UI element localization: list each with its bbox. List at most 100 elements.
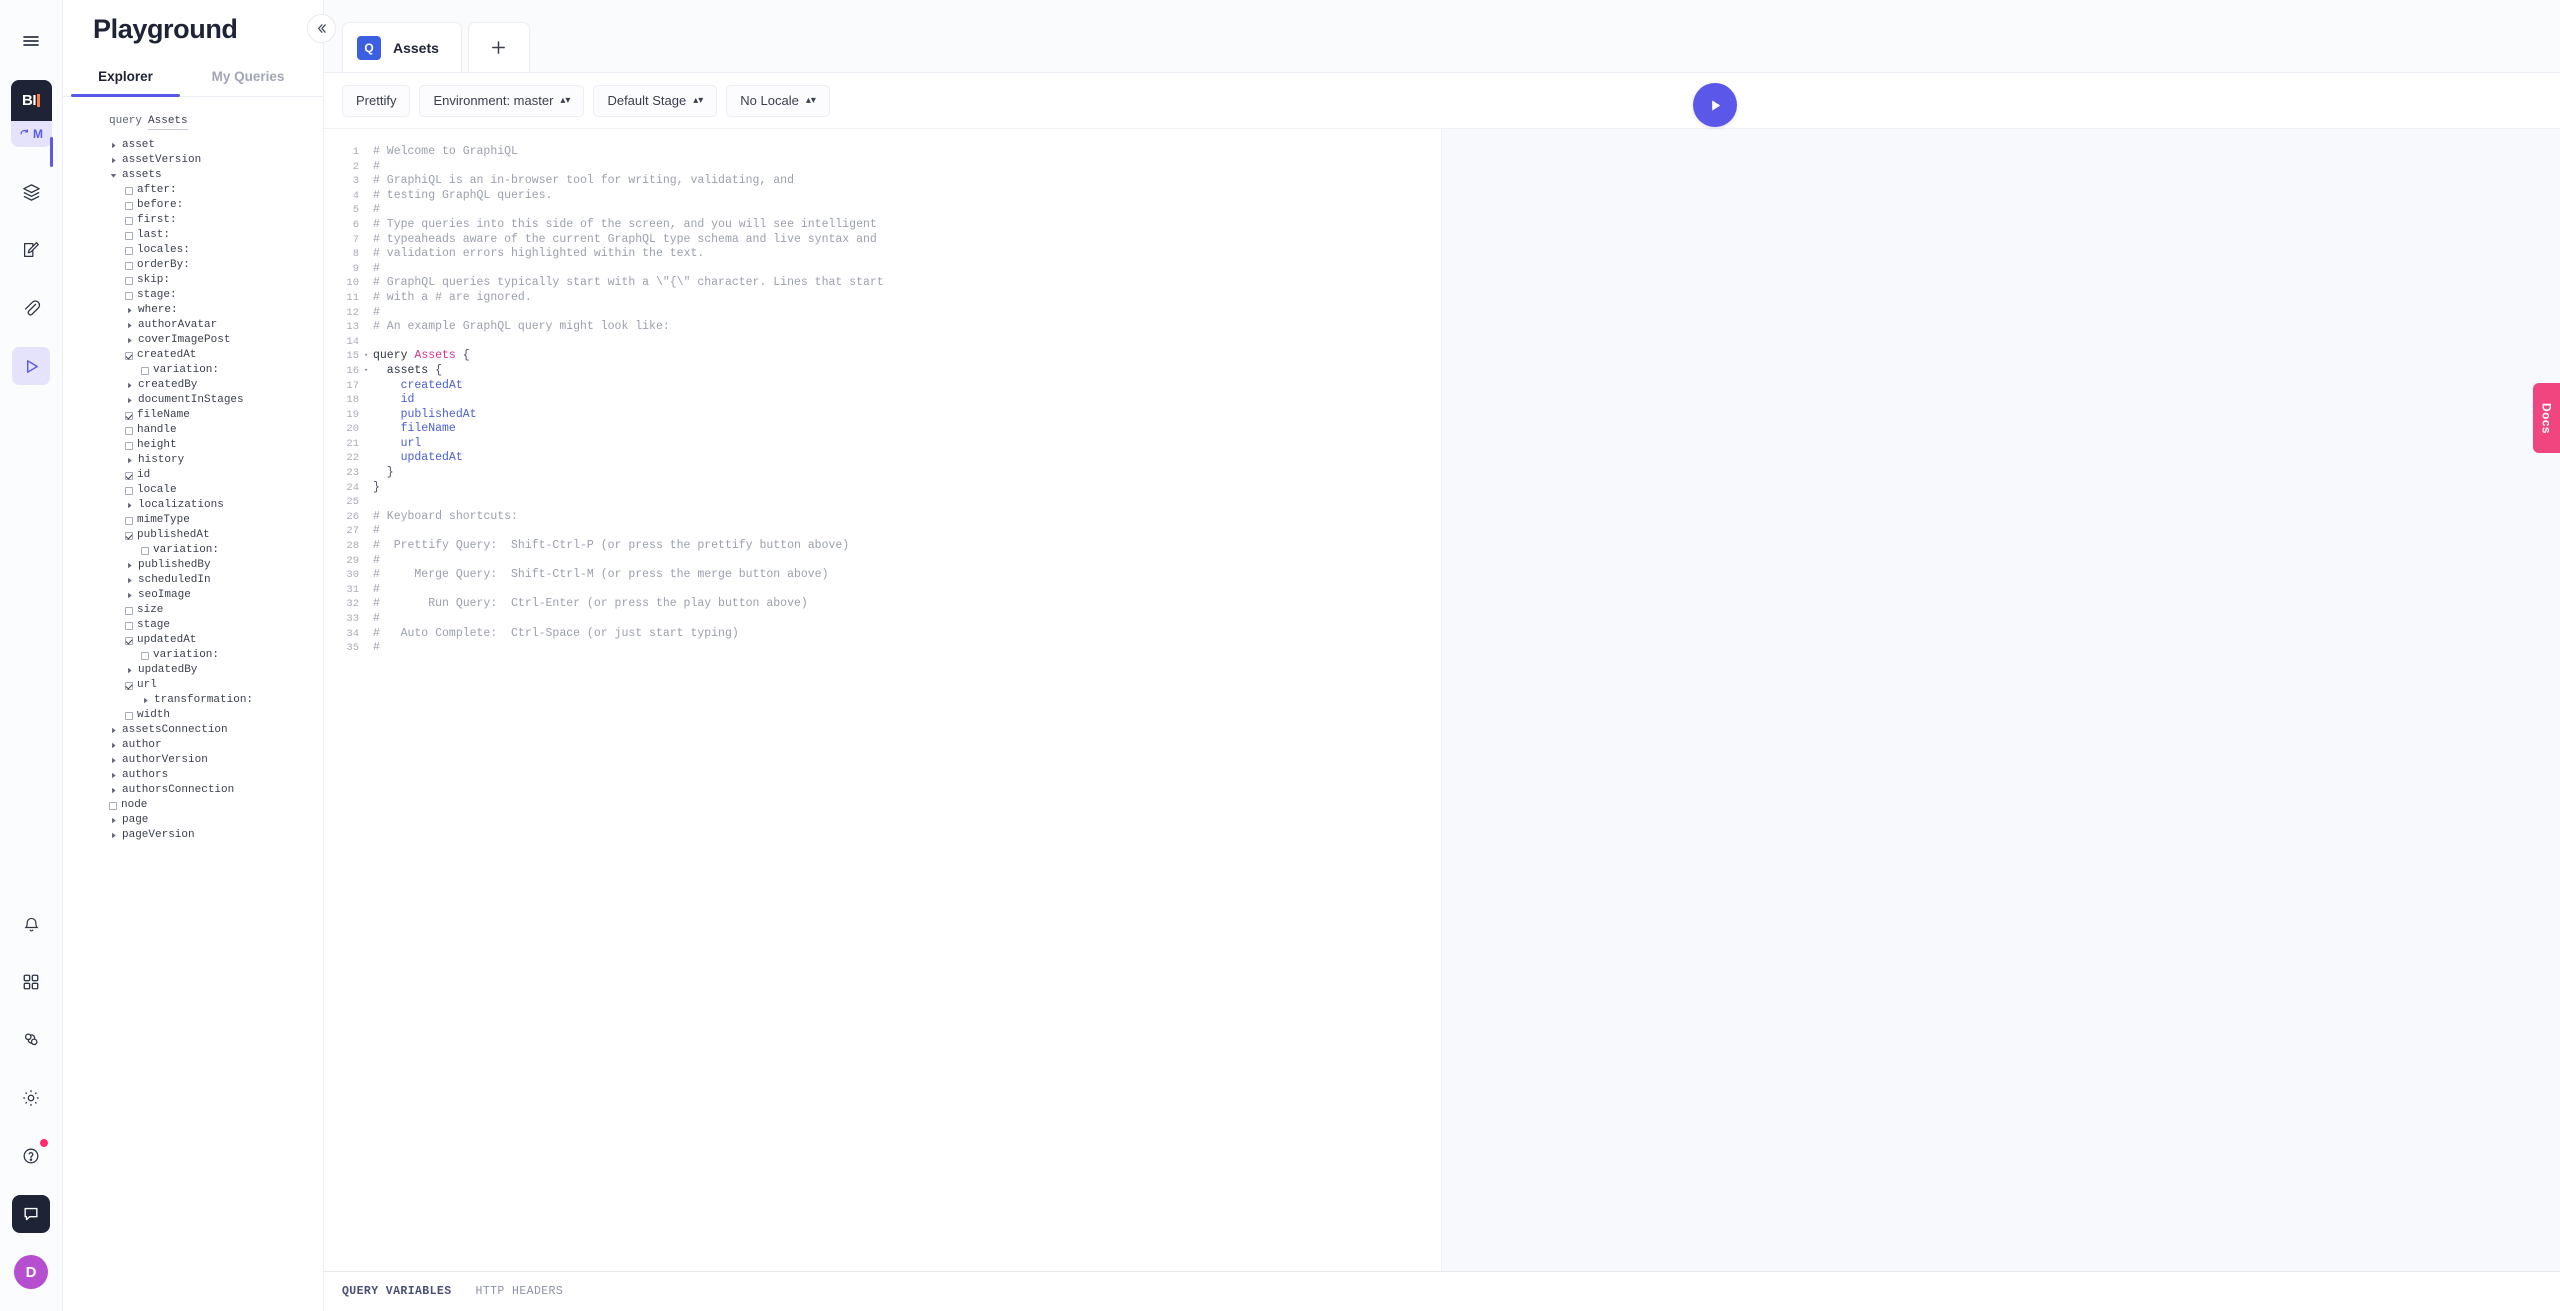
checkbox-unchecked[interactable] [109,801,117,810]
checkbox-unchecked[interactable] [125,516,133,525]
tree-node[interactable]: asset [63,138,323,153]
tree-node[interactable]: createdBy [63,378,323,393]
caret-right-icon[interactable] [125,336,134,345]
caret-right-icon[interactable] [125,306,134,315]
tree-node[interactable]: updatedAt [63,633,323,648]
tree-node[interactable]: coverImagePost [63,333,323,348]
tree-node[interactable]: size [63,603,323,618]
caret-down-icon[interactable] [109,171,118,180]
checkbox-unchecked[interactable] [125,291,133,300]
tree-node[interactable]: publishedBy [63,558,323,573]
caret-right-icon[interactable] [125,576,134,585]
content-icon[interactable] [12,173,50,211]
tree-node[interactable]: stage [63,618,323,633]
tree-node[interactable]: last: [63,228,323,243]
locale-select[interactable]: No Locale ▴▾ [726,84,830,117]
fold-toggle-icon[interactable]: ▾ [364,353,373,360]
settings-icon[interactable] [12,1079,50,1117]
tree-node[interactable]: stage: [63,288,323,303]
caret-right-icon[interactable] [125,456,134,465]
caret-right-icon[interactable] [109,756,118,765]
run-query-button[interactable] [1693,83,1737,127]
collapse-explorer-button[interactable] [307,14,336,43]
tree-node[interactable]: history [63,453,323,468]
caret-right-icon[interactable] [109,771,118,780]
tree-node[interactable]: assetVersion [63,153,323,168]
tree-node[interactable]: scheduledIn [63,573,323,588]
caret-right-icon[interactable] [109,141,118,150]
checkbox-unchecked[interactable] [125,621,133,630]
caret-right-icon[interactable] [141,696,150,705]
brand-logo[interactable]: BI M [10,80,53,173]
apps-icon[interactable] [12,963,50,1001]
caret-right-icon[interactable] [125,381,134,390]
tree-node[interactable]: first: [63,213,323,228]
tree-node[interactable]: node [63,798,323,813]
environment-select[interactable]: Environment: master ▴▾ [419,84,585,117]
checkbox-checked[interactable] [125,531,133,540]
tree-node[interactable]: width [63,708,323,723]
checkbox-unchecked[interactable] [141,546,149,555]
tab-explorer[interactable]: Explorer [63,69,188,97]
checkbox-unchecked[interactable] [141,366,149,375]
checkbox-unchecked[interactable] [125,486,133,495]
tree-node[interactable]: orderBy: [63,258,323,273]
tree-node[interactable]: publishedAt [63,528,323,543]
tree-node[interactable]: variation: [63,648,323,663]
caret-right-icon[interactable] [125,591,134,600]
caret-right-icon[interactable] [125,561,134,570]
checkbox-checked[interactable] [125,681,133,690]
tab-http-headers[interactable]: HTTP HEADERS [476,1285,564,1298]
checkbox-unchecked[interactable] [125,426,133,435]
tree-node[interactable]: url [63,678,323,693]
caret-right-icon[interactable] [125,666,134,675]
checkbox-unchecked[interactable] [125,216,133,225]
docs-tab[interactable]: Docs [2533,383,2560,453]
assets-icon[interactable] [12,289,50,327]
webhooks-icon[interactable] [12,1021,50,1059]
checkbox-checked[interactable] [125,351,133,360]
chat-icon[interactable] [12,1195,50,1233]
tree-node[interactable]: locale [63,483,323,498]
prettify-button[interactable]: Prettify [342,84,411,117]
checkbox-unchecked[interactable] [125,246,133,255]
avatar[interactable]: D [14,1255,48,1289]
tree-node[interactable]: page [63,813,323,828]
tree-node[interactable]: authorAvatar [63,318,323,333]
tree-node[interactable]: authorVersion [63,753,323,768]
add-query-tab-button[interactable] [467,22,530,72]
caret-right-icon[interactable] [109,741,118,750]
checkbox-checked[interactable] [125,636,133,645]
caret-right-icon[interactable] [109,786,118,795]
tree-node[interactable]: locales: [63,243,323,258]
fold-toggle-icon[interactable]: ▾ [364,367,373,375]
hamburger-icon[interactable] [12,22,50,60]
tree-node[interactable]: fileName [63,408,323,423]
edit-icon[interactable] [12,231,50,269]
query-editor[interactable]: 1 # Welcome to GraphiQL 2 #3 # GraphiQL is a… [324,129,1441,1271]
checkbox-unchecked[interactable] [125,231,133,240]
stage-select[interactable]: Default Stage ▴▾ [593,84,718,117]
tree-node[interactable]: author [63,738,323,753]
caret-right-icon[interactable] [125,396,134,405]
tab-my-queries[interactable]: My Queries [188,69,308,96]
tree-node[interactable]: assetsConnection [63,723,323,738]
tree-node[interactable]: height [63,438,323,453]
tree-node[interactable]: skip: [63,273,323,288]
checkbox-unchecked[interactable] [125,276,133,285]
caret-right-icon[interactable] [109,816,118,825]
caret-right-icon[interactable] [109,726,118,735]
tree-node[interactable]: variation: [63,543,323,558]
tree-node[interactable]: id [63,468,323,483]
sidebar-item-api-playground[interactable] [12,347,50,385]
caret-right-icon[interactable] [125,501,134,510]
checkbox-unchecked[interactable] [125,711,133,720]
query-tab-assets[interactable]: Q Assets [342,22,462,72]
notifications-icon[interactable] [12,905,50,943]
tree-node[interactable]: transformation: [63,693,323,708]
tree-node[interactable]: handle [63,423,323,438]
checkbox-checked[interactable] [125,471,133,480]
checkbox-unchecked[interactable] [141,651,149,660]
tree-node[interactable]: documentInStages [63,393,323,408]
tree-node[interactable]: before: [63,198,323,213]
